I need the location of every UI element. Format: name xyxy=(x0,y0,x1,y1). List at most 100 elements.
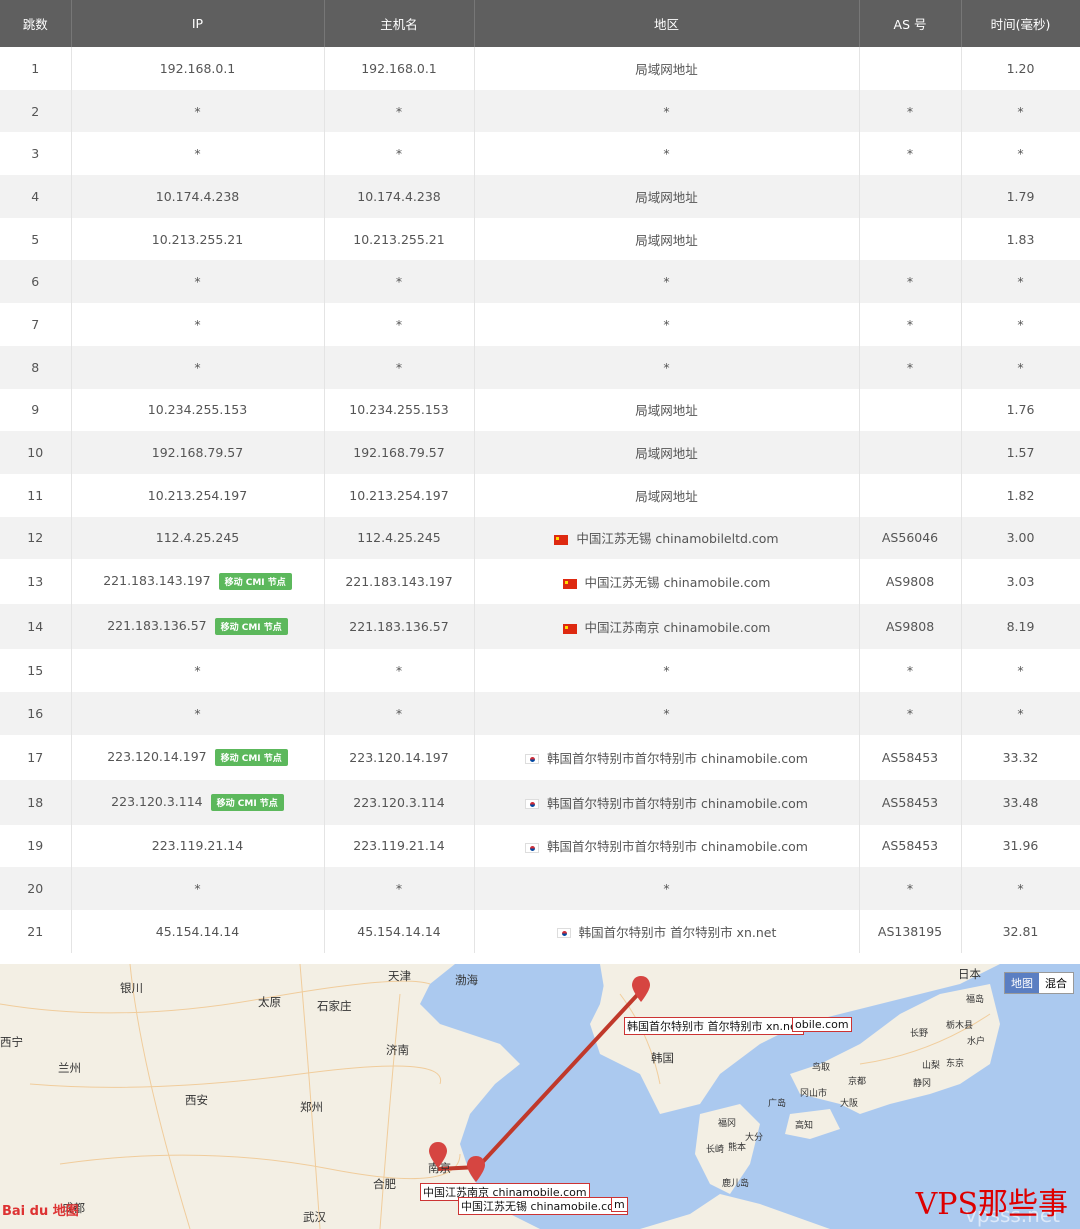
region-cell: * xyxy=(474,260,860,304)
hostname-cell: 192.168.0.1 xyxy=(324,47,475,90)
cmi-node-badge: 移动 CMI 节点 xyxy=(210,793,284,811)
as-cell xyxy=(859,175,962,218)
ip-cell: 192.168.79.57 xyxy=(71,431,325,474)
ip-text[interactable]: * xyxy=(194,146,200,161)
hop-cell: 14 xyxy=(0,604,72,650)
map-type-hybrid-button[interactable]: 混合 xyxy=(1039,973,1073,993)
ip-text[interactable]: * xyxy=(194,663,200,678)
ip-text[interactable]: 221.183.136.57 xyxy=(107,618,206,633)
table-row: 8 * * * * * xyxy=(0,345,1080,389)
route-map[interactable]: 银川 太原 石家庄 天津 渤海 兰州 济南 西安 郑州 合肥 南京 武汉 成都 韩国 日本 长野 东京 大阪 京都福… xyxy=(0,964,1080,1229)
column-header-region[interactable]: 地区 xyxy=(474,0,860,47)
as-cell xyxy=(859,473,962,517)
map-type-switch: 地图 混合 xyxy=(1004,972,1074,994)
time-cell: * xyxy=(961,345,1080,389)
hostname-cell: * xyxy=(324,345,475,389)
as-cell: * xyxy=(859,691,962,735)
hop-cell: 19 xyxy=(0,824,72,868)
city-label: 长崎 xyxy=(706,1145,725,1155)
city-label: 鸟取 xyxy=(812,1063,831,1073)
time-cell: 3.03 xyxy=(961,559,1080,605)
ip-cell: * xyxy=(71,867,325,910)
hostname-cell: * xyxy=(324,303,475,346)
column-header-time[interactable]: 时间(毫秒) xyxy=(961,0,1080,47)
region-text: * xyxy=(663,146,670,162)
region-cell: * xyxy=(474,345,860,389)
hop-cell: 4 xyxy=(0,175,72,218)
time-cell: * xyxy=(961,867,1080,910)
ip-text[interactable]: 10.234.255.153 xyxy=(148,402,247,417)
traceroute-table: 跳数 IP 主机名 地区 AS 号 时间(毫秒) 1 192.168.0.1 192… xyxy=(0,0,1080,953)
korea-flag-icon xyxy=(525,799,540,810)
time-cell: * xyxy=(961,303,1080,346)
ip-cell: * xyxy=(71,345,325,389)
as-cell: * xyxy=(859,867,962,910)
baidu-map-logo: Bai du 地图 xyxy=(2,1204,79,1219)
marker-nanjing[interactable] xyxy=(429,1142,447,1168)
region-cell: * xyxy=(474,691,860,735)
column-header-hostname[interactable]: 主机名 xyxy=(324,0,475,47)
ip-text[interactable]: 192.168.79.57 xyxy=(152,445,243,460)
ip-text[interactable]: * xyxy=(194,104,200,119)
ip-text[interactable]: * xyxy=(194,274,200,289)
ip-cell: * xyxy=(71,691,325,735)
ip-text[interactable]: * xyxy=(194,706,200,721)
as-cell: AS56046 xyxy=(859,516,962,560)
city-label: 福冈 xyxy=(718,1119,737,1129)
korea-flag-icon xyxy=(525,842,540,853)
cmi-node-badge: 移动 CMI 节点 xyxy=(214,748,288,766)
map-pin-icon xyxy=(467,1156,485,1182)
hop-cell: 9 xyxy=(0,388,72,432)
region-text: 局域网地址 xyxy=(635,403,698,419)
city-label: 大阪 xyxy=(840,1099,859,1109)
column-header-as[interactable]: AS 号 xyxy=(859,0,962,47)
watermark-text: VPS那些事 xyxy=(915,1187,1068,1222)
ip-text[interactable]: * xyxy=(194,360,200,375)
ip-text[interactable]: 10.174.4.238 xyxy=(156,189,240,204)
as-cell: * xyxy=(859,260,962,304)
time-cell: 1.82 xyxy=(961,473,1080,517)
region-text: * xyxy=(663,705,670,721)
city-label: 银川 xyxy=(120,981,143,995)
marker-seoul[interactable] xyxy=(632,976,650,1002)
map-type-map-button[interactable]: 地图 xyxy=(1005,973,1039,993)
as-cell: AS138195 xyxy=(859,910,962,953)
ip-text[interactable]: 10.213.254.197 xyxy=(148,488,247,503)
ip-text[interactable]: 223.120.3.114 xyxy=(111,794,202,809)
hostname-cell: * xyxy=(324,867,475,910)
ip-text[interactable]: 223.119.21.14 xyxy=(152,838,243,853)
ip-text[interactable]: 192.168.0.1 xyxy=(160,61,236,76)
column-header-hop[interactable]: 跳数 xyxy=(0,0,72,47)
hostname-cell: 10.213.255.21 xyxy=(324,217,475,261)
ip-text[interactable]: 10.213.255.21 xyxy=(152,232,243,247)
time-cell: * xyxy=(961,260,1080,304)
city-label: 石家庄 xyxy=(317,999,352,1013)
ip-text[interactable]: 223.120.14.197 xyxy=(107,749,206,764)
region-cell: 局域网地址 xyxy=(474,175,860,218)
hostname-cell: 112.4.25.245 xyxy=(324,516,475,560)
ip-cell: 221.183.136.57 移动 CMI 节点 xyxy=(71,604,325,650)
hop-cell: 7 xyxy=(0,303,72,346)
marker-wuxi[interactable] xyxy=(467,1156,485,1182)
column-header-ip[interactable]: IP xyxy=(71,0,325,47)
ip-text[interactable]: * xyxy=(194,317,200,332)
ip-text[interactable]: 45.154.14.14 xyxy=(156,924,240,939)
time-cell: * xyxy=(961,89,1080,133)
region-cell: 韩国首尔特别市首尔特别市 chinamobile.com xyxy=(474,824,860,868)
ip-text[interactable]: * xyxy=(194,881,200,896)
korea-flag-icon xyxy=(525,754,540,765)
ip-text[interactable]: 221.183.143.197 xyxy=(103,573,210,588)
table-row: 7 * * * * * xyxy=(0,303,1080,346)
hostname-cell: 10.174.4.238 xyxy=(324,175,475,218)
china-flag-icon xyxy=(562,578,577,589)
city-label: 水户 xyxy=(967,1037,986,1047)
ip-text[interactable]: 112.4.25.245 xyxy=(156,530,240,545)
hop-cell: 5 xyxy=(0,217,72,261)
region-text: * xyxy=(663,103,670,119)
region-text: 局域网地址 xyxy=(635,488,698,504)
hostname-cell: * xyxy=(324,132,475,176)
hop-cell: 10 xyxy=(0,431,72,474)
hop-cell: 12 xyxy=(0,516,72,560)
region-text: 局域网地址 xyxy=(635,189,698,205)
ip-cell: * xyxy=(71,132,325,176)
